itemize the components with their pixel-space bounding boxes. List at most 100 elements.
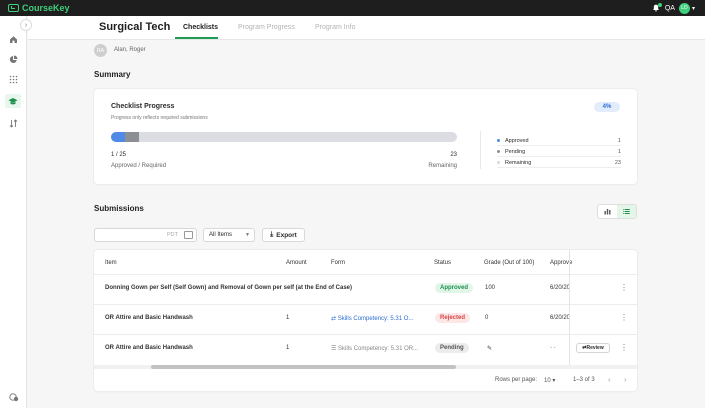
horizontal-scrollbar[interactable]: [94, 365, 637, 369]
legend-remaining: Remaining 23: [497, 158, 621, 168]
calendar-icon[interactable]: [184, 231, 193, 239]
sort-arrows-icon[interactable]: [5, 116, 21, 130]
user-avatar[interactable]: LD: [678, 2, 690, 14]
legend-pending-label: Pending: [505, 148, 526, 155]
form-link-icon: ⇄: [331, 316, 338, 322]
row-2-amount: 1: [286, 315, 290, 321]
approved-dot-icon: [497, 139, 500, 142]
bar-chart-icon: [604, 209, 611, 215]
column-header-amount[interactable]: Amount: [286, 260, 307, 266]
brand-logo[interactable]: CourseKey: [8, 3, 70, 13]
next-page-icon[interactable]: ›: [624, 375, 627, 384]
top-right-controls: QA LD ▾: [652, 0, 695, 16]
chart-view-button[interactable]: [598, 205, 617, 218]
checklist-progress-title: Checklist Progress: [111, 103, 175, 110]
sidebar-collapse-toggle[interactable]: ›: [20, 19, 32, 31]
legend-pending-value: 1: [617, 148, 621, 155]
student-avatar: RA: [94, 44, 107, 57]
approved-count-label: Approved / Required: [111, 163, 167, 169]
legend-remaining-value: 23: [614, 159, 621, 166]
grid-icon[interactable]: [5, 72, 21, 86]
sticky-column-divider: [569, 250, 570, 367]
review-label: Review: [586, 345, 604, 351]
student-name: Alan, Roger: [114, 47, 146, 53]
row-2-form-link[interactable]: ⇄ Skills Competency: 5.31 O...: [331, 315, 413, 322]
list-view-button[interactable]: [617, 205, 636, 218]
top-bar: CourseKey QA LD ▾: [0, 0, 705, 16]
export-button[interactable]: ⤓ Export: [262, 228, 305, 242]
approved-count: 1 / 25: [111, 152, 127, 158]
row-1-more-icon[interactable]: ⋮: [620, 283, 628, 292]
row-1-approved-date: 6/20/20: [550, 285, 571, 291]
row-2-form: Skills Competency: 5.31 O...: [337, 316, 414, 322]
summary-divider: [480, 131, 481, 169]
coursekey-logo-icon: [8, 4, 19, 12]
row-2-item[interactable]: OR Attire and Basic Handwash: [105, 315, 193, 321]
table-pagination: Rows per page: 10 ▾ 1–3 of 3 ‹ ›: [94, 370, 637, 391]
row-3-item[interactable]: OR Attire and Basic Handwash: [105, 345, 193, 351]
date-range-input[interactable]: PDT: [94, 228, 197, 242]
filter-select-value: All Items: [209, 232, 233, 238]
legend-pending: Pending 1: [497, 147, 621, 157]
scrollbar-thumb[interactable]: [151, 365, 456, 369]
chevron-down-icon: ▼: [245, 232, 250, 238]
remaining-label: Remaining: [428, 163, 457, 169]
legend-approved-label: Approved: [505, 137, 529, 144]
download-icon: ⤓: [270, 231, 274, 238]
remaining-count: 23: [450, 152, 457, 158]
tab-program-progress[interactable]: Program Progress: [238, 24, 295, 31]
review-button[interactable]: ⇄ Review: [576, 343, 610, 353]
row-3-grade-edit-icon[interactable]: ✎: [487, 345, 492, 352]
legend-remaining-label: Remaining: [505, 159, 532, 166]
column-header-status[interactable]: Status: [434, 260, 451, 266]
pie-chart-icon[interactable]: [5, 52, 21, 66]
page-title: Surgical Tech: [99, 21, 171, 33]
status-badge-approved: Approved: [435, 283, 474, 293]
tab-checklists[interactable]: Checklists: [183, 24, 218, 31]
row-2-more-icon[interactable]: ⋮: [620, 313, 628, 322]
help-chat-icon[interactable]: [9, 393, 19, 404]
row-3-amount: 1: [286, 345, 290, 351]
list-icon: [623, 209, 630, 214]
items-filter-select[interactable]: All Items ▼: [203, 228, 255, 242]
column-header-item[interactable]: Item: [105, 260, 117, 266]
prev-page-icon[interactable]: ‹: [608, 375, 611, 384]
row-1-grade: 100: [485, 285, 496, 291]
row-3-more-icon[interactable]: ⋮: [620, 343, 628, 352]
notification-dot: [657, 3, 662, 7]
form-doc-icon: ☰: [331, 346, 339, 352]
notification-bell-icon[interactable]: [652, 3, 662, 12]
submissions-table: Item Amount Form Status Grade (Out of 10…: [94, 250, 637, 391]
submissions-heading: Submissions: [94, 204, 144, 213]
checklist-progress-note: Progress only reflects required submissi…: [111, 115, 208, 121]
home-icon[interactable]: [5, 32, 21, 46]
remaining-dot-icon: [497, 161, 500, 164]
status-badge-rejected: Rejected: [435, 313, 471, 323]
progress-bar: [111, 132, 457, 142]
legend-approved-value: 1: [617, 137, 621, 144]
rows-per-page-select[interactable]: 10 ▾: [544, 377, 555, 384]
chevron-right-icon: ›: [24, 21, 28, 29]
timezone-label: PDT: [167, 232, 178, 238]
pagination-range: 1–3 of 3: [573, 377, 595, 383]
row-3-form-link[interactable]: ☰ Skills Competency: 5.31 OR...: [331, 345, 418, 352]
active-tab-indicator: [175, 37, 218, 39]
header-divider: [94, 274, 637, 275]
sidebar: [0, 16, 27, 408]
column-header-grade[interactable]: Grade (Out of 100): [484, 260, 534, 266]
summary-heading: Summary: [94, 70, 131, 79]
row-3-form: Skills Competency: 5.31 OR...: [338, 346, 419, 352]
graduation-cap-icon[interactable]: [5, 94, 21, 108]
column-header-form[interactable]: Form: [331, 260, 345, 266]
tab-program-info[interactable]: Program Info: [315, 24, 355, 31]
page-header: Surgical Tech Checklists Program Progres…: [28, 16, 705, 40]
row-3-approved-date: - -: [550, 345, 556, 351]
chevron-down-icon[interactable]: ▾: [692, 5, 695, 12]
row-2-grade: 0: [485, 315, 489, 321]
pending-dot-icon: [497, 150, 500, 153]
rows-per-page-label: Rows per page:: [495, 377, 538, 383]
export-label: Export: [276, 231, 297, 239]
row-1-item[interactable]: Donning Gown per Self (Self Gown) and Re…: [105, 285, 352, 291]
legend-approved: Approved 1: [497, 136, 621, 146]
row-divider: [94, 334, 637, 335]
